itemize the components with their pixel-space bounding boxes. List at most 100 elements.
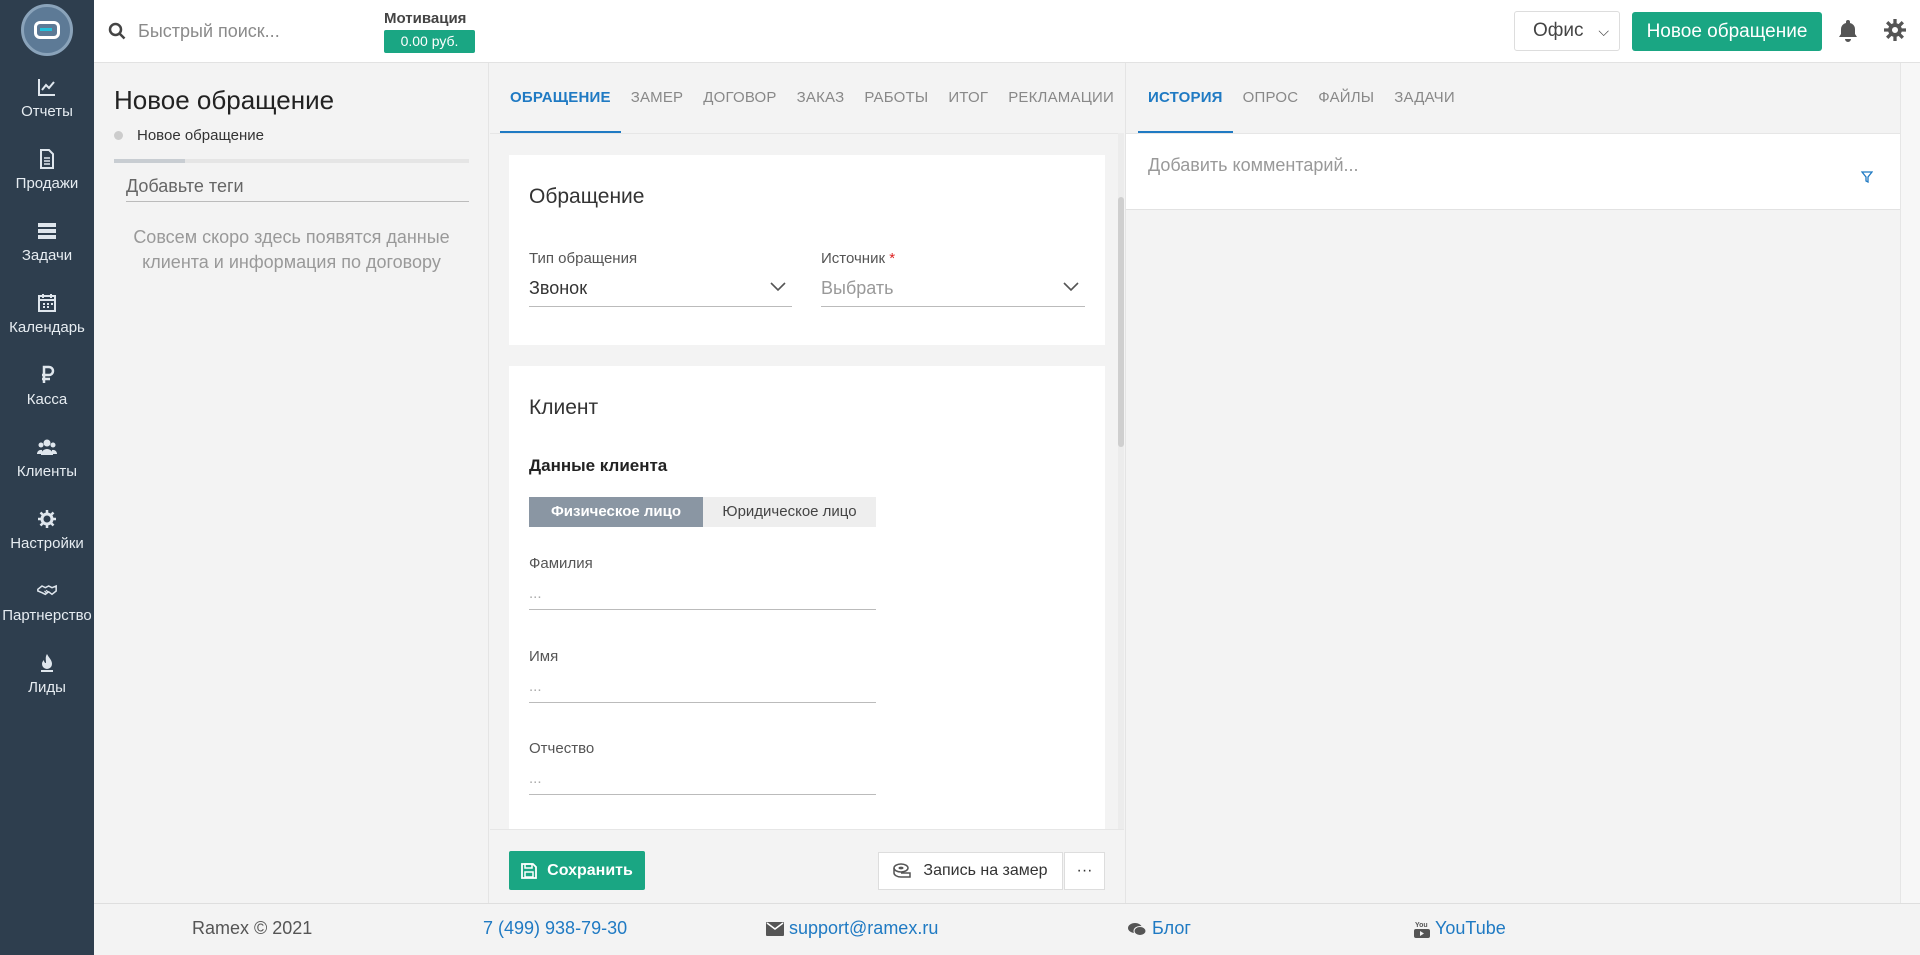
status-breadcrumb: Новое обращение xyxy=(114,127,264,144)
search-icon xyxy=(108,22,126,40)
patronymic-field[interactable] xyxy=(529,763,876,795)
info-message: Совсем скоро здесь появятся данные клиен… xyxy=(133,227,450,272)
gear-icon xyxy=(38,510,56,528)
save-button-label: Сохранить xyxy=(547,861,633,879)
tab-files[interactable]: ФАЙЛЫ xyxy=(1308,63,1384,133)
bell-icon[interactable] xyxy=(1836,18,1860,42)
chevron-down-icon xyxy=(770,282,786,292)
tab-measurement[interactable]: ЗАМЕР xyxy=(621,63,694,133)
youtube-text: YouTube xyxy=(1435,918,1506,938)
tab-request[interactable]: ОБРАЩЕНИЕ xyxy=(500,63,621,133)
copyright-text: Ramex © 2021 xyxy=(192,918,313,938)
chevron-down-icon: ⌵ xyxy=(1598,23,1609,39)
sidebar-item-cash[interactable]: Касса xyxy=(0,365,94,435)
youtube-link[interactable]: You YouTube xyxy=(1414,918,1506,939)
comment-input[interactable] xyxy=(1148,150,1828,180)
sidebar: Отчеты Продажи Задачи Календарь Касса Кл… xyxy=(0,0,94,955)
sidebar-item-partnership[interactable]: Партнерство xyxy=(0,581,94,651)
sidebar-item-settings[interactable]: Настройки xyxy=(0,509,94,579)
card-title: Клиент xyxy=(529,396,599,419)
sidebar-item-label: Касса xyxy=(26,391,68,408)
office-select-value: Офис xyxy=(1533,20,1584,41)
tab-tasks[interactable]: ЗАДАЧИ xyxy=(1384,63,1465,133)
motivation-label: Мотивация xyxy=(384,10,467,27)
source-label-text: Источник xyxy=(821,250,886,267)
source-select[interactable]: Выбрать xyxy=(821,271,1085,307)
request-type-select[interactable]: Звонок xyxy=(529,271,792,307)
name-field[interactable] xyxy=(529,671,876,703)
top-bar: Мотивация 0.00 руб. Офис ⌵ Новое обращен… xyxy=(94,0,1920,63)
page-title: Новое обращение xyxy=(114,85,335,115)
surname-label: Фамилия xyxy=(529,555,593,572)
sidebar-item-leads[interactable]: Лиды xyxy=(0,653,94,723)
sidebar-item-label: Отчеты xyxy=(21,103,73,120)
request-type-label: Тип обращения xyxy=(529,250,638,267)
source-label: Источник * xyxy=(821,250,895,267)
sidebar-item-calendar[interactable]: Календарь xyxy=(0,293,94,363)
svg-text:You: You xyxy=(1415,922,1428,929)
logo-icon xyxy=(34,21,60,39)
sidebar-item-tasks[interactable]: Задачи xyxy=(0,221,94,291)
form-action-bar: Сохранить Запись на замер ··· xyxy=(490,829,1124,903)
sidebar-item-label: Продажи xyxy=(15,175,79,192)
surname-field[interactable] xyxy=(529,578,876,610)
flame-icon xyxy=(41,654,53,672)
request-type-value: Звонок xyxy=(529,278,588,298)
client-card: Клиент Данные клиента Физическое лицо Юр… xyxy=(509,366,1105,829)
settings-gear-icon[interactable] xyxy=(1884,19,1906,41)
sidebar-item-label: Клиенты xyxy=(16,463,78,480)
history-panel: ИСТОРИЯ ОПРОС ФАЙЛЫ ЗАДАЧИ xyxy=(1125,63,1901,903)
individual-toggle-button[interactable]: Физическое лицо xyxy=(529,497,703,527)
floppy-disk-icon xyxy=(521,862,538,879)
sidebar-item-clients[interactable]: Клиенты xyxy=(0,437,94,507)
patronymic-label: Отчество xyxy=(529,740,595,757)
request-form-panel: ОБРАЩЕНИЕ ЗАМЕР ДОГОВОР ЗАКАЗ РАБОТЫ ИТО… xyxy=(490,63,1124,903)
form-scrollbar[interactable] xyxy=(1118,133,1124,829)
email-link[interactable]: support@ramex.ru xyxy=(766,918,938,939)
tab-contract[interactable]: ДОГОВОР xyxy=(693,63,786,133)
client-type-toggle: Физическое лицо Юридическое лицо xyxy=(529,497,876,527)
envelope-icon xyxy=(766,921,784,936)
tab-history[interactable]: ИСТОРИЯ xyxy=(1138,63,1233,133)
tab-works[interactable]: РАБОТЫ xyxy=(854,63,938,133)
schedule-measurement-label: Запись на замер xyxy=(923,862,1048,879)
search-input[interactable] xyxy=(138,14,378,48)
sidebar-item-label: Партнерство xyxy=(2,607,92,624)
document-icon xyxy=(40,149,54,169)
request-tabs: ОБРАЩЕНИЕ ЗАМЕР ДОГОВОР ЗАКАЗ РАБОТЫ ИТО… xyxy=(500,63,1124,133)
tags-input[interactable] xyxy=(126,172,469,202)
schedule-measurement-button[interactable]: Запись на замер xyxy=(878,852,1063,890)
tab-survey[interactable]: ОПРОС xyxy=(1233,63,1309,133)
legal-entity-toggle-button[interactable]: Юридическое лицо xyxy=(703,497,876,527)
sidebar-item-reports[interactable]: Отчеты xyxy=(0,77,94,147)
comment-box xyxy=(1126,133,1901,210)
office-select[interactable]: Офис ⌵ xyxy=(1514,11,1620,51)
logo[interactable] xyxy=(21,4,73,56)
calendar-icon xyxy=(38,294,56,312)
blog-link[interactable]: Блог xyxy=(1127,918,1191,939)
sidebar-item-sales[interactable]: Продажи xyxy=(0,149,94,219)
chevron-down-icon xyxy=(1063,282,1079,292)
card-title: Обращение xyxy=(529,185,645,208)
client-data-heading: Данные клиента xyxy=(529,456,668,475)
youtube-icon: You xyxy=(1414,922,1430,938)
tab-result[interactable]: ИТОГ xyxy=(938,63,998,133)
new-request-button[interactable]: Новое обращение xyxy=(1632,12,1822,51)
sidebar-item-label: Настройки xyxy=(10,535,84,552)
phone-link[interactable]: 7 (499) 938-79-30 xyxy=(483,918,627,939)
filter-icon[interactable] xyxy=(1861,171,1873,183)
tab-order[interactable]: ЗАКАЗ xyxy=(787,63,855,133)
ruble-icon xyxy=(42,365,55,383)
form-scroll-area[interactable]: Обращение Тип обращения Звонок Источник … xyxy=(490,133,1124,829)
status-dot-icon xyxy=(114,131,123,140)
name-label: Имя xyxy=(529,648,559,665)
scrollbar-thumb[interactable] xyxy=(1118,197,1124,447)
source-placeholder: Выбрать xyxy=(821,278,894,298)
tab-complaints[interactable]: РЕКЛАМАЦИИ xyxy=(998,63,1124,133)
tape-measure-icon xyxy=(893,863,912,878)
history-tabs: ИСТОРИЯ ОПРОС ФАЙЛЫ ЗАДАЧИ xyxy=(1138,63,1465,133)
more-actions-button[interactable]: ··· xyxy=(1064,852,1105,890)
motivation-value-badge: 0.00 руб. xyxy=(384,30,475,53)
blog-text: Блог xyxy=(1152,918,1191,938)
save-button[interactable]: Сохранить xyxy=(509,851,645,890)
